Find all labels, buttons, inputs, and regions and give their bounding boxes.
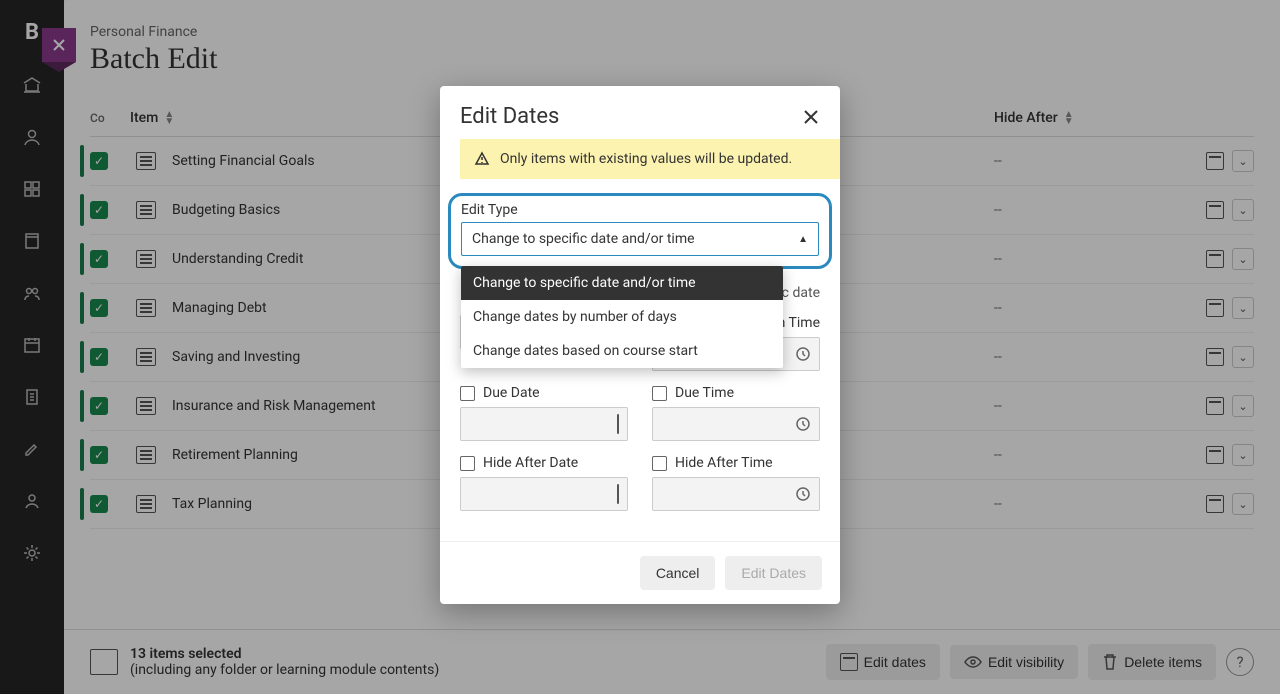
alert-banner: Only items with existing values will be … [460,139,840,179]
calendar-icon [617,484,619,504]
edit-type-dropdown: Change to specific date and/or time Chan… [461,266,783,368]
dropdown-option[interactable]: Change dates by number of days [461,300,783,334]
due-time-input[interactable] [652,407,820,441]
hide-after-date-input[interactable] [460,477,628,511]
modal-close-button[interactable] [802,108,820,126]
due-time-checkbox[interactable] [652,386,667,401]
dropdown-option[interactable]: Change to specific date and/or time [461,266,783,300]
dropdown-option[interactable]: Change dates based on course start [461,334,783,368]
modal-title: Edit Dates [460,104,559,129]
confirm-edit-dates-button: Edit Dates [725,556,822,590]
close-icon [802,108,820,126]
edit-dates-modal: Edit Dates Only items with existing valu… [440,86,840,604]
warning-icon [474,151,490,167]
cancel-button[interactable]: Cancel [640,556,716,590]
caret-up-icon: ▲ [798,234,808,245]
hide-after-time-input[interactable] [652,477,820,511]
edit-type-select[interactable]: Change to specific date and/or time ▲ [461,222,819,256]
clock-icon [795,416,811,432]
hide-after-time-checkbox[interactable] [652,456,667,471]
edit-type-highlight: Edit Type Change to specific date and/or… [448,193,832,269]
clock-icon [795,486,811,502]
calendar-icon [617,414,619,434]
edit-type-label: Edit Type [461,202,819,218]
due-date-input[interactable] [460,407,628,441]
hide-after-date-checkbox[interactable] [460,456,475,471]
clock-icon [795,346,811,362]
due-date-checkbox[interactable] [460,386,475,401]
